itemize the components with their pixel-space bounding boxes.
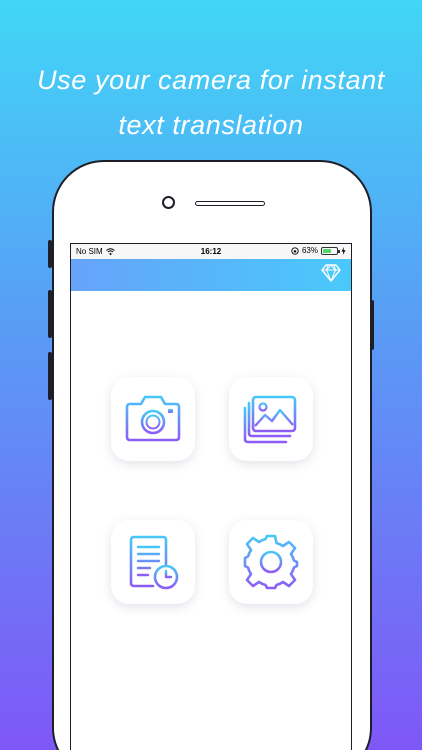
status-bar: No SIM 16:12 63%: [71, 244, 351, 259]
diamond-icon[interactable]: [321, 264, 341, 282]
volume-button-middle: [48, 290, 52, 338]
front-camera: [162, 196, 175, 209]
headline-line-2: text translation: [118, 110, 304, 140]
volume-button-up: [48, 240, 52, 268]
gallery-icon: [243, 395, 297, 444]
volume-button-down: [48, 352, 52, 400]
battery-level-fill: [323, 248, 332, 253]
history-tile[interactable]: [111, 520, 195, 604]
gallery-tile[interactable]: [229, 377, 313, 461]
camera-icon: [125, 395, 181, 442]
settings-gear-icon: [243, 534, 299, 590]
power-button: [370, 300, 374, 350]
status-right: 63%: [291, 246, 346, 255]
camera-tile[interactable]: [111, 377, 195, 461]
headline-line-1: Use your camera for instant: [37, 65, 385, 95]
earpiece-speaker: [195, 201, 265, 206]
battery-percent: 63%: [301, 246, 318, 255]
headline: Use your camera for instant text transla…: [0, 58, 422, 148]
battery-icon: [321, 246, 340, 255]
navigation-bar: [71, 259, 351, 291]
history-document-icon: [129, 535, 179, 590]
app-screen: No SIM 16:12 63%: [70, 243, 352, 750]
settings-tile[interactable]: [229, 520, 313, 604]
orientation-lock-icon: [291, 246, 299, 255]
charging-bolt-icon: [341, 246, 346, 255]
